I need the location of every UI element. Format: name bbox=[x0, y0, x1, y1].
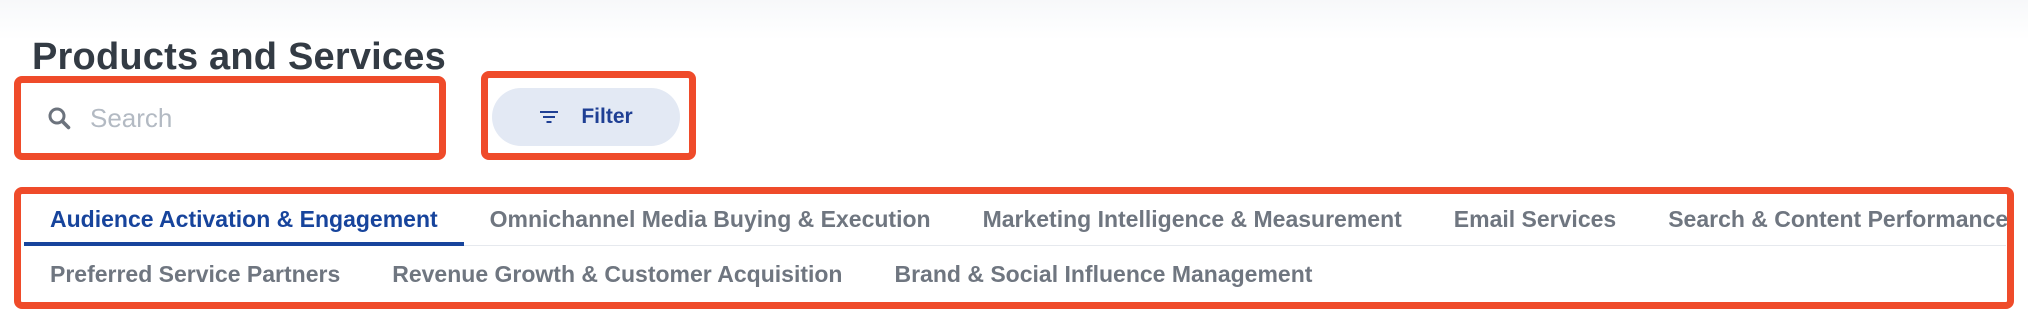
search-highlight-box bbox=[14, 76, 446, 160]
page: Products and Services Filter Audience Ac… bbox=[0, 0, 2028, 312]
page-title: Products and Services bbox=[32, 36, 446, 78]
tabs-highlight-box bbox=[14, 187, 2014, 309]
filter-highlight-box bbox=[481, 71, 696, 160]
